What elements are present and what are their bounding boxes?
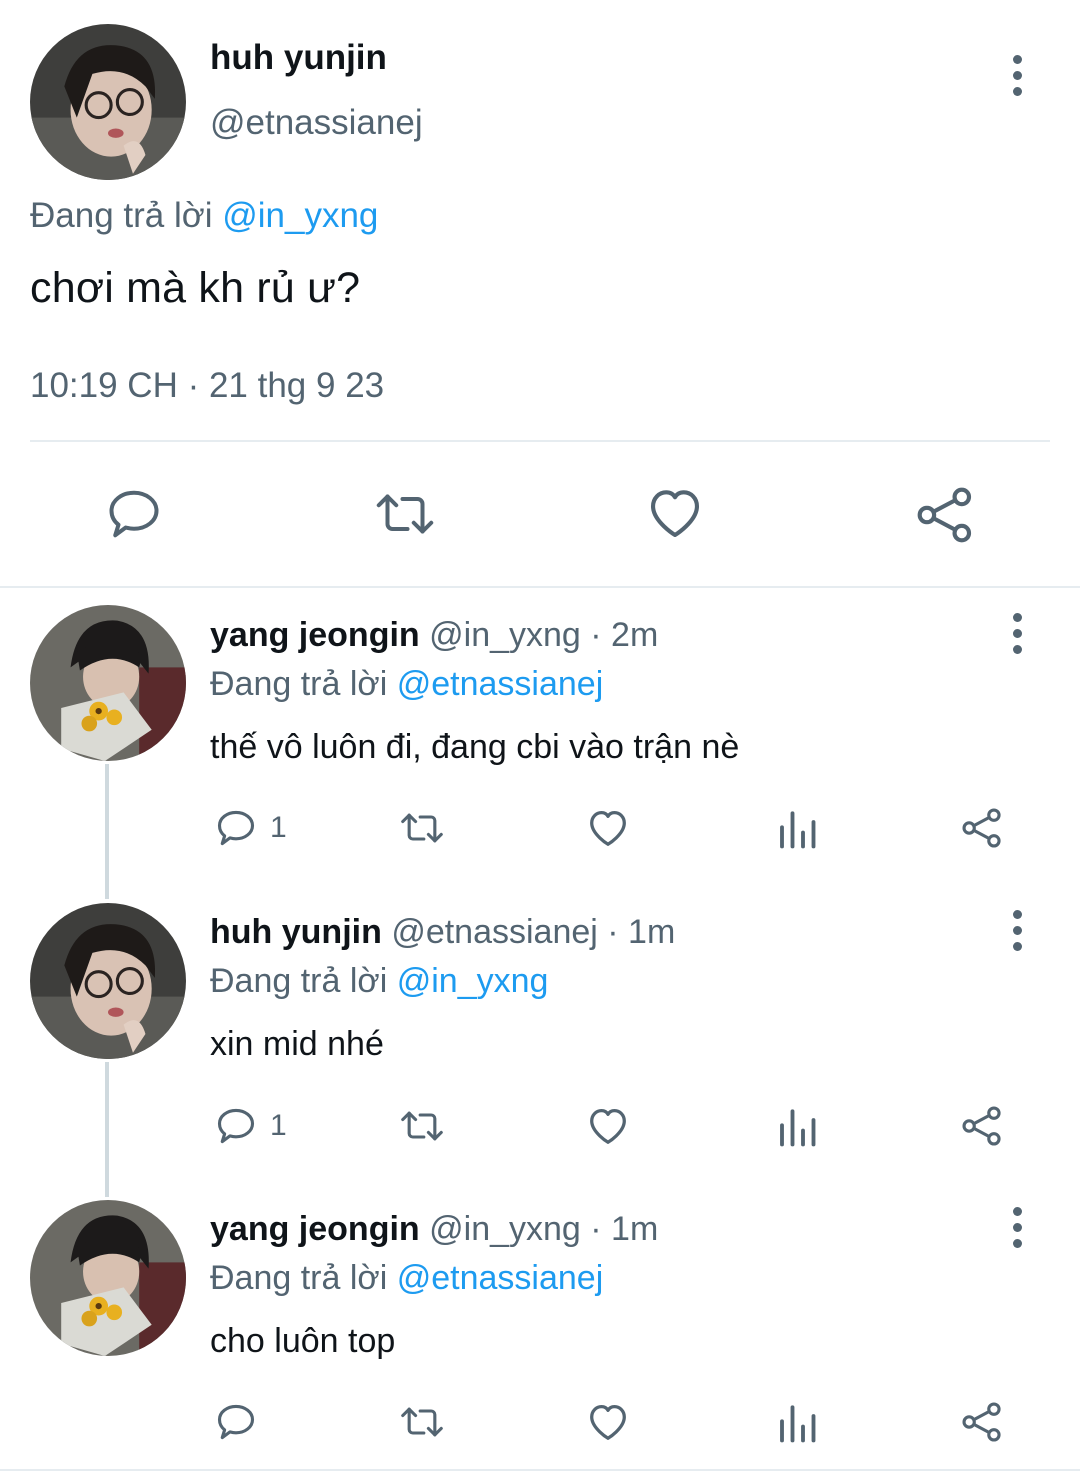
replying-prefix: Đang trả lời	[210, 962, 388, 1000]
reply-icon[interactable]	[104, 484, 164, 544]
avatar-yang-jeongin[interactable]	[30, 605, 186, 761]
reply-count: 1	[270, 1109, 287, 1142]
bottom-divider	[0, 1469, 1080, 1471]
avatar-yang-jeongin[interactable]	[30, 1200, 186, 1356]
replying-to-link[interactable]: @in_yxng	[397, 962, 549, 1000]
thread-connector	[105, 1062, 109, 1197]
like-icon[interactable]	[585, 1103, 631, 1154]
share-icon[interactable]	[960, 1104, 1004, 1153]
retweet-icon[interactable]	[396, 1104, 448, 1153]
replying-to-link[interactable]: @in_yxng	[222, 196, 378, 235]
main-author-handle[interactable]: @etnassianej	[210, 103, 423, 143]
replying-to-link[interactable]: @etnassianej	[397, 665, 604, 703]
tweet-timestamp[interactable]: 10:19 CH · 21 thg 9 23	[30, 366, 384, 406]
tweet-text: chơi mà kh rủ ư?	[30, 264, 361, 312]
reply-icon	[217, 1108, 255, 1144]
reply-author-name[interactable]: huh yunjin	[210, 913, 382, 951]
reply-handle-time[interactable]: @in_yxng · 1m	[429, 1210, 658, 1248]
share-icon[interactable]	[914, 484, 976, 546]
reply-header: yang jeongin @in_yxng · 1m	[210, 1210, 658, 1249]
replying-to-link[interactable]: @etnassianej	[397, 1259, 604, 1297]
reply-author-name[interactable]: yang jeongin	[210, 1210, 420, 1248]
share-icon[interactable]	[960, 806, 1004, 855]
reply-text: thế vô luôn đi, đang cbi vào trận nè	[210, 728, 740, 766]
like-icon[interactable]	[585, 805, 631, 856]
views-icon[interactable]	[775, 1402, 817, 1449]
replying-to-line: Đang trả lời @in_yxng	[30, 196, 378, 236]
replying-to-line: Đang trả lời @in_yxng	[210, 962, 548, 1001]
reply-text: xin mid nhé	[210, 1025, 384, 1063]
replying-prefix: Đang trả lời	[210, 1259, 388, 1297]
reply-header: yang jeongin @in_yxng · 2m	[210, 616, 658, 655]
thread-connector	[105, 764, 109, 899]
main-author-name[interactable]: huh yunjin	[210, 38, 387, 78]
avatar-huh-yunjin[interactable]	[30, 24, 186, 180]
more-options-icon[interactable]	[997, 47, 1037, 103]
more-options-icon[interactable]	[997, 605, 1037, 661]
reply-author-name[interactable]: yang jeongin	[210, 616, 420, 654]
reply-icon	[217, 810, 255, 846]
like-icon[interactable]	[644, 482, 706, 544]
reply-button[interactable]: 1	[214, 806, 287, 850]
like-icon[interactable]	[585, 1399, 631, 1450]
replying-prefix: Đang trả lời	[30, 196, 213, 235]
section-divider	[0, 586, 1080, 588]
replying-to-line: Đang trả lời @etnassianej	[210, 1259, 603, 1298]
avatar-huh-yunjin[interactable]	[30, 903, 186, 1059]
replying-prefix: Đang trả lời	[210, 665, 388, 703]
reply-text: cho luôn top	[210, 1322, 396, 1360]
retweet-icon[interactable]	[372, 484, 438, 544]
views-icon[interactable]	[775, 1106, 817, 1153]
reply-icon	[217, 1404, 255, 1440]
share-icon[interactable]	[960, 1400, 1004, 1449]
retweet-icon[interactable]	[396, 1400, 448, 1449]
reply-button[interactable]: 1	[214, 1104, 287, 1148]
more-options-icon[interactable]	[997, 1199, 1037, 1255]
reply-handle-time[interactable]: @in_yxng · 2m	[429, 616, 658, 654]
reply-handle-time[interactable]: @etnassianej · 1m	[391, 913, 675, 951]
replying-to-line: Đang trả lời @etnassianej	[210, 665, 603, 704]
reply-header: huh yunjin @etnassianej · 1m	[210, 913, 675, 952]
reply-count: 1	[270, 811, 287, 844]
views-icon[interactable]	[775, 808, 817, 855]
more-options-icon[interactable]	[997, 902, 1037, 958]
divider	[30, 440, 1050, 442]
reply-button[interactable]	[214, 1400, 270, 1444]
retweet-icon[interactable]	[396, 806, 448, 855]
